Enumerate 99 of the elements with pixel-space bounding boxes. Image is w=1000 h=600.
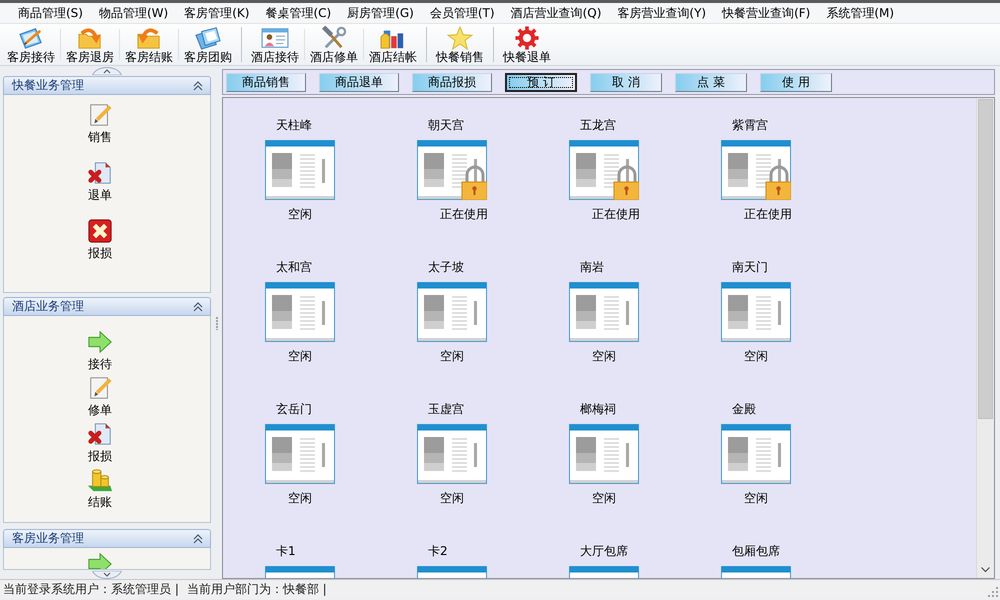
room-status: 空闲 xyxy=(288,207,312,221)
locked-window-icon[interactable] xyxy=(417,140,487,200)
toolbar-button[interactable]: 快餐退单 xyxy=(500,24,554,65)
room-name: 南天门 xyxy=(732,260,768,274)
toolbar-button[interactable]: 客房结账 xyxy=(122,24,176,65)
room-status: 空闲 xyxy=(440,491,464,505)
window-icon[interactable] xyxy=(265,282,335,342)
room-name: 朝天宫 xyxy=(428,118,464,132)
double-chevron-up-icon[interactable] xyxy=(193,302,203,312)
coins-icon xyxy=(87,467,113,493)
room-status: 空闲 xyxy=(592,349,616,363)
room-status: 空闲 xyxy=(288,349,312,363)
locked-window-icon[interactable] xyxy=(721,140,791,200)
sidebar-item[interactable]: 销售 xyxy=(87,102,113,145)
room-name: 南岩 xyxy=(580,260,604,274)
x-tile-icon xyxy=(87,218,113,244)
window-icon[interactable] xyxy=(721,566,791,578)
room-status: 正在使用 xyxy=(592,207,640,221)
room-name: 卡2 xyxy=(428,544,448,558)
window-icon[interactable] xyxy=(721,282,791,342)
room-name: 玉虚宫 xyxy=(428,402,464,416)
locked-window-icon[interactable] xyxy=(569,140,639,200)
window-icon[interactable] xyxy=(265,566,335,578)
menu-item[interactable]: 快餐营业查询(F) xyxy=(714,4,818,22)
room-status: 空闲 xyxy=(440,349,464,363)
section-header[interactable]: 快餐业务管理 xyxy=(3,76,211,95)
scrollbar-thumb[interactable] xyxy=(978,99,993,419)
toolbar-button[interactable]: 酒店接待 xyxy=(248,24,302,65)
sidebar-item[interactable] xyxy=(87,551,113,569)
window-icon[interactable] xyxy=(569,282,639,342)
menu-item[interactable]: 酒店营业查询(Q) xyxy=(502,4,610,22)
menu-item[interactable]: 物品管理(W) xyxy=(90,4,176,22)
double-chevron-up-icon[interactable] xyxy=(193,534,203,544)
room-status: 空闲 xyxy=(288,491,312,505)
menu-item[interactable]: 系统管理(M) xyxy=(818,4,902,22)
toolbar-button[interactable]: 酒店修单 xyxy=(307,24,361,65)
tools-icon xyxy=(319,26,349,50)
toolbar-button[interactable]: 客房退房 xyxy=(63,24,117,65)
section-header[interactable]: 客房业务管理 xyxy=(3,529,211,548)
sidebar-item[interactable]: 结账 xyxy=(87,467,113,510)
room-status: 正在使用 xyxy=(440,207,488,221)
menu-item[interactable]: 客房营业查询(Y) xyxy=(609,4,714,22)
arrow-right-icon xyxy=(87,329,113,355)
window-icon[interactable] xyxy=(721,424,791,484)
room-name: 卡1 xyxy=(276,544,296,558)
window-icon[interactable] xyxy=(569,424,639,484)
room-status: 正在使用 xyxy=(744,207,792,221)
room-name: 玄岳门 xyxy=(276,402,312,416)
menu-item[interactable]: 厨房管理(G) xyxy=(339,4,422,22)
arrow-right-icon xyxy=(87,551,113,569)
room-name: 太和宫 xyxy=(276,260,312,274)
toolbar-button[interactable]: 客房团购 xyxy=(181,24,235,65)
cards-icon xyxy=(193,26,223,50)
status-text: 当前用户部门为：快餐部 | xyxy=(186,582,327,597)
section-header[interactable]: 酒店业务管理 xyxy=(3,297,211,316)
room-name: 紫霄宫 xyxy=(732,118,768,132)
sidebar-item[interactable]: 退单 xyxy=(87,160,113,203)
action-button[interactable]: 商品销售 xyxy=(226,72,306,92)
toolbar-button[interactable]: 快餐销售 xyxy=(433,24,487,65)
sidebar-item[interactable]: 报损 xyxy=(87,218,113,261)
toolbar-button[interactable]: 客房接待 xyxy=(4,24,58,65)
star-icon xyxy=(445,26,475,50)
id-card-icon xyxy=(260,26,290,50)
room-status: 空闲 xyxy=(744,491,768,505)
sidebar-item[interactable]: 接待 xyxy=(87,329,113,372)
room-name: 榔梅祠 xyxy=(580,402,616,416)
menu-item[interactable]: 餐桌管理(C) xyxy=(257,4,340,22)
chevron-down-icon xyxy=(981,567,990,573)
action-button[interactable]: 商品报损 xyxy=(412,72,492,92)
room-name: 五龙宫 xyxy=(580,118,616,132)
window-icon[interactable] xyxy=(417,424,487,484)
menu-item[interactable]: 会员管理(T) xyxy=(422,4,503,22)
window-icon[interactable] xyxy=(417,566,487,578)
window-icon[interactable] xyxy=(265,424,335,484)
menu-item[interactable]: 商品管理(S) xyxy=(10,4,91,22)
status-text: 当前登录系统用户：系统管理员 | xyxy=(3,582,179,597)
sidebar-item[interactable]: 修单 xyxy=(87,375,113,418)
action-button[interactable]: 取 消 xyxy=(590,72,662,92)
sidebar-item[interactable]: 报损 xyxy=(87,421,113,464)
room-name: 天柱峰 xyxy=(276,118,312,132)
action-button[interactable]: 点 菜 xyxy=(675,72,747,92)
room-status: 空闲 xyxy=(744,349,768,363)
document-x-icon xyxy=(87,421,113,447)
room-name: 金殿 xyxy=(732,402,756,416)
room-name: 包厢包席 xyxy=(732,544,780,558)
resize-grip-icon xyxy=(988,587,998,597)
action-button[interactable]: 商品退单 xyxy=(319,72,399,92)
menu-item[interactable]: 客房管理(K) xyxy=(176,4,258,22)
window-icon[interactable] xyxy=(569,566,639,578)
room-name: 大厅包席 xyxy=(580,544,628,558)
scrollbar[interactable] xyxy=(976,98,994,578)
window-icon[interactable] xyxy=(265,140,335,200)
window-icon[interactable] xyxy=(417,282,487,342)
document-x-icon xyxy=(87,160,113,186)
toolbar-button[interactable]: 酒店结帐 xyxy=(366,24,420,65)
room-name: 太子坡 xyxy=(428,260,464,274)
double-chevron-up-icon[interactable] xyxy=(193,80,203,90)
action-button[interactable]: 使 用 xyxy=(760,72,832,92)
room-status: 空闲 xyxy=(592,491,616,505)
